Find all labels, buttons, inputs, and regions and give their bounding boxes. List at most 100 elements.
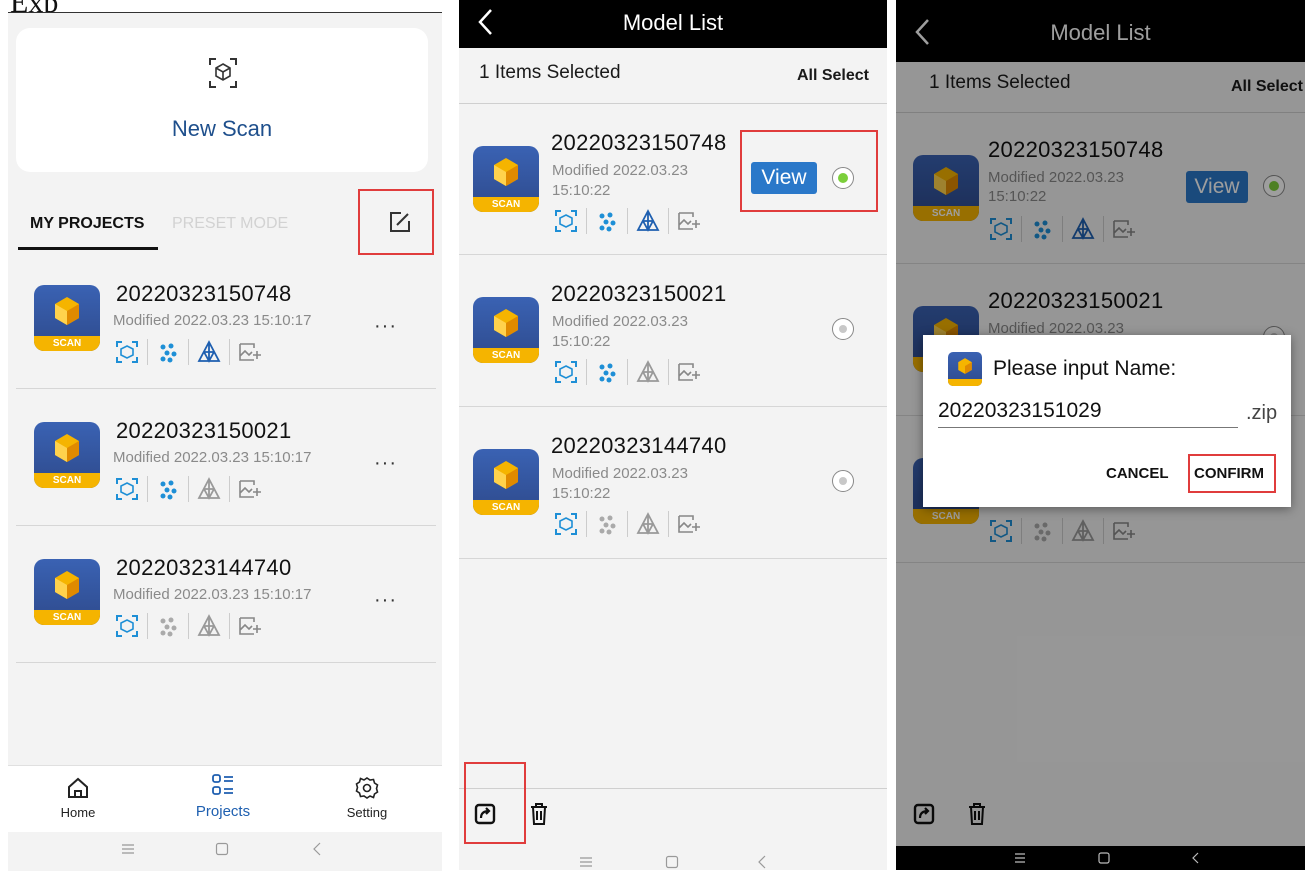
more-menu-icon[interactable]: ···	[374, 452, 397, 475]
header-bar: Model List	[459, 0, 887, 48]
feature-icons	[553, 359, 702, 385]
app-icon: SCAN	[473, 449, 539, 515]
cancel-button[interactable]: CANCEL	[1106, 465, 1169, 482]
scan-badge: SCAN	[34, 610, 100, 625]
confirm-button[interactable]: CONFIRM	[1194, 465, 1264, 482]
nav-setting[interactable]: Setting	[336, 776, 398, 820]
feature-icons	[114, 613, 263, 639]
model-icon	[116, 615, 138, 637]
model-name: 20220323150748	[551, 130, 727, 155]
project-name: 20220323150748	[116, 281, 292, 306]
home-square-icon[interactable]	[1098, 852, 1110, 864]
selection-bar: 1 Items Selected All Select	[459, 48, 887, 104]
project-row[interactable]: SCAN 20220323150748 Modified 2022.03.23 …	[8, 273, 442, 403]
row-divider	[16, 388, 436, 389]
view-button[interactable]: View	[751, 162, 817, 194]
home-square-icon[interactable]	[215, 842, 229, 856]
mesh-icon	[197, 614, 221, 637]
app-icon: SCAN	[34, 559, 100, 625]
mesh-icon	[197, 477, 221, 500]
feature-icons	[114, 339, 263, 365]
row-divider	[16, 525, 436, 526]
texture-add-icon	[678, 515, 700, 533]
project-modified: Modified 2022.03.23 15:10:17	[113, 586, 312, 603]
new-scan-label: New Scan	[171, 116, 273, 141]
mesh-icon	[636, 512, 660, 535]
menu-icon[interactable]	[579, 856, 593, 868]
model-row[interactable]: SCAN 20220323144740 Modified 2022.03.23 …	[459, 407, 887, 559]
app-icon: SCAN	[34, 285, 100, 351]
model-time: 15:10:22	[552, 182, 611, 199]
cube-icon	[55, 434, 79, 462]
project-row[interactable]: SCAN 20220323150021 Modified 2022.03.23 …	[8, 410, 442, 540]
project-modified: Modified 2022.03.23 15:10:17	[113, 312, 312, 329]
more-menu-icon[interactable]: ···	[374, 589, 397, 612]
cube-icon	[958, 358, 972, 374]
feature-icons	[553, 511, 702, 537]
scan-badge-strip	[948, 379, 982, 386]
nav-home-label: Home	[60, 805, 96, 820]
cube-icon	[494, 158, 518, 186]
pointcloud-icon	[599, 363, 616, 383]
new-scan-card[interactable]: New Scan	[16, 28, 428, 172]
texture-add-icon	[239, 480, 261, 498]
mesh-icon	[636, 360, 660, 383]
model-modified: Modified 2022.03.23	[552, 465, 688, 482]
scan-badge: SCAN	[34, 336, 100, 351]
model-icon	[116, 341, 138, 363]
project-name: 20220323150021	[116, 418, 292, 443]
trash-icon[interactable]	[529, 802, 549, 826]
nav-projects-label: Projects	[195, 803, 251, 820]
model-icon	[116, 478, 138, 500]
home-square-icon[interactable]	[665, 855, 679, 869]
back-arrow-icon[interactable]	[1191, 852, 1199, 864]
page-title: Model List	[622, 10, 724, 35]
nav-home[interactable]: Home	[48, 776, 108, 820]
pointcloud-icon	[160, 343, 177, 363]
name-input[interactable]: 20220323151029	[938, 399, 1238, 428]
model-name: 20220323150021	[551, 281, 727, 306]
model-icon	[555, 513, 577, 535]
model-modified: Modified 2022.03.23	[552, 313, 688, 330]
project-modified: Modified 2022.03.23 15:10:17	[113, 449, 312, 466]
menu-icon[interactable]	[121, 843, 135, 855]
model-time: 15:10:22	[552, 485, 611, 502]
share-icon[interactable]	[474, 803, 496, 825]
projects-icon	[212, 774, 233, 795]
input-name-dialog: Please input Name: 20220323151029 .zip C…	[923, 335, 1291, 507]
tab-preset-mode[interactable]: PRESET MODE	[172, 215, 288, 233]
menu-icon[interactable]	[1014, 853, 1026, 863]
texture-add-icon	[678, 363, 700, 381]
system-nav-bar	[8, 833, 442, 871]
pointcloud-icon	[599, 515, 616, 535]
home-icon	[68, 777, 88, 798]
cube-icon	[494, 309, 518, 337]
texture-add-icon	[239, 617, 261, 635]
export-dialog-screen: Model List 1 Items Selected All Select S…	[896, 0, 1305, 870]
bottom-nav: Home Projects Setting	[8, 765, 442, 832]
model-row[interactable]: SCAN 20220323150748 Modified 2022.03.23 …	[459, 104, 887, 255]
pointcloud-icon	[599, 212, 616, 232]
tab-my-projects[interactable]: MY PROJECTS	[30, 215, 144, 233]
model-time: 15:10:22	[552, 333, 611, 350]
select-radio[interactable]	[832, 167, 854, 189]
cube-icon	[55, 297, 79, 325]
edit-icon[interactable]	[389, 211, 411, 233]
mesh-icon	[636, 209, 660, 232]
back-arrow-icon[interactable]	[757, 855, 767, 869]
project-row[interactable]: SCAN 20220323144740 Modified 2022.03.23 …	[8, 547, 442, 677]
cube-icon	[55, 571, 79, 599]
scan-badge: SCAN	[34, 473, 100, 488]
more-menu-icon[interactable]: ···	[374, 315, 397, 338]
back-arrow-icon[interactable]	[312, 842, 322, 856]
pointcloud-icon	[160, 480, 177, 500]
all-select-button[interactable]: All Select	[797, 67, 869, 85]
model-icon	[555, 210, 577, 232]
select-radio[interactable]	[832, 318, 854, 340]
scan-badge: SCAN	[473, 197, 539, 212]
model-list-screen: Model List 1 Items Selected All Select S…	[459, 0, 887, 870]
nav-projects[interactable]: Projects	[183, 772, 263, 820]
dialog-app-icon	[948, 352, 982, 386]
model-row[interactable]: SCAN 20220323150021 Modified 2022.03.23 …	[459, 255, 887, 407]
select-radio[interactable]	[832, 470, 854, 492]
